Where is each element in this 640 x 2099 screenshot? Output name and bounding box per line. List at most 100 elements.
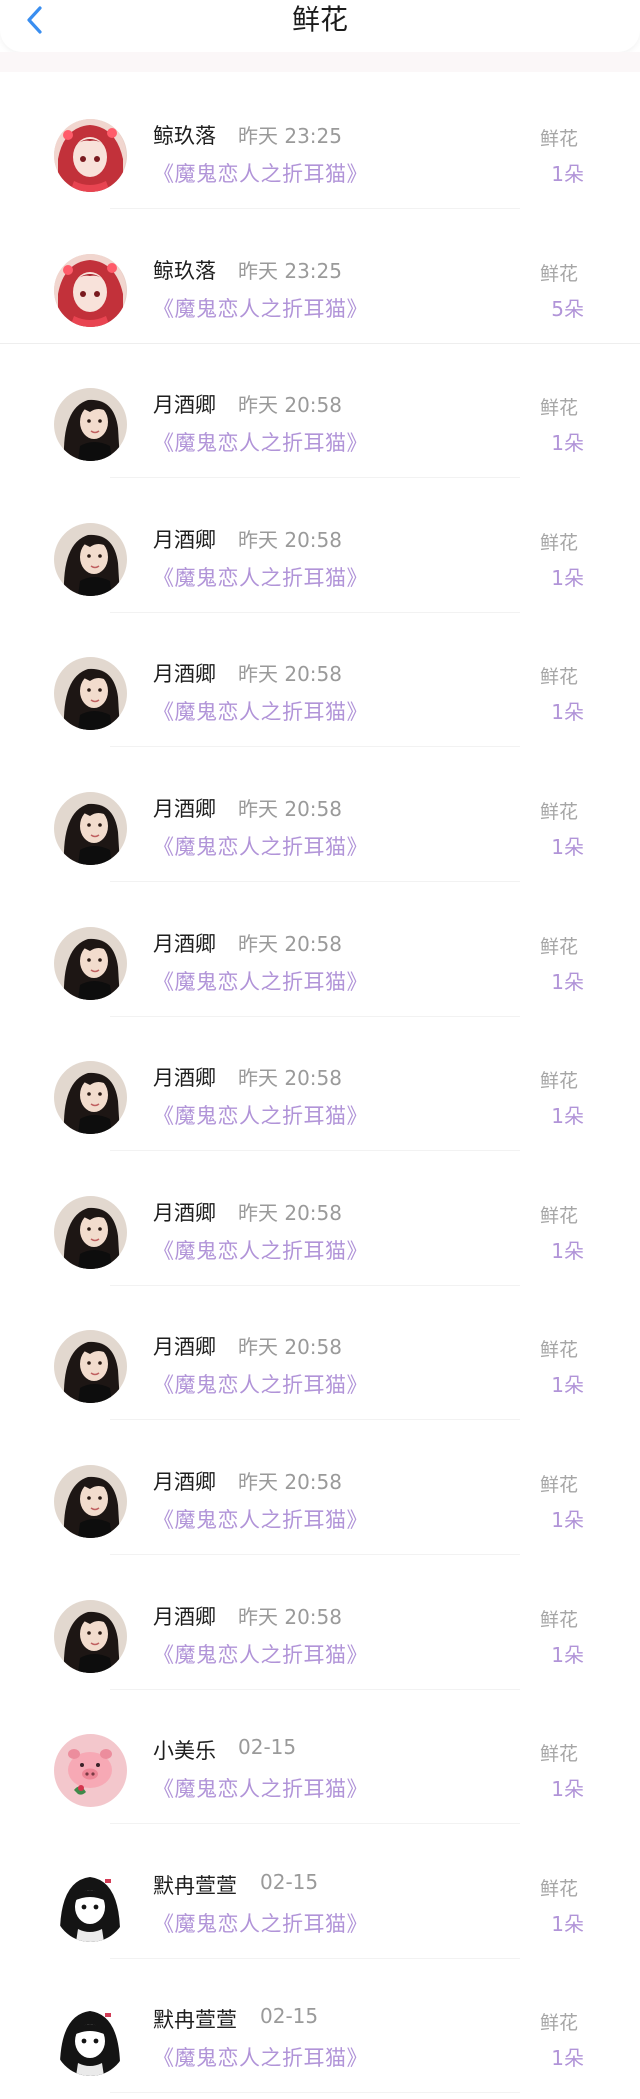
avatar[interactable] — [54, 791, 127, 865]
avatar[interactable] — [54, 1330, 127, 1404]
book-title-link[interactable]: 《魔鬼恋人之折耳猫》 — [153, 158, 368, 188]
send-time: 昨天 20:58 — [238, 1604, 342, 1629]
avatar[interactable] — [54, 119, 127, 192]
gift-type-label: 鲜花 — [540, 1070, 579, 1093]
send-time: 昨天 20:58 — [238, 393, 342, 418]
sender-name[interactable]: 月酒卿 — [153, 1601, 216, 1631]
gift-type-label: 鲜花 — [540, 531, 579, 554]
book-title-link[interactable]: 《魔鬼恋人之折耳猫》 — [153, 1908, 368, 1938]
gift-type-label: 鲜花 — [540, 800, 579, 823]
send-time: 昨天 20:58 — [238, 1200, 342, 1225]
avatar[interactable] — [54, 1868, 127, 1942]
book-title-link[interactable]: 《魔鬼恋人之折耳猫》 — [153, 427, 368, 457]
sender-name[interactable]: 月酒卿 — [153, 1062, 216, 1092]
book-title-link[interactable]: 《魔鬼恋人之折耳猫》 — [153, 1369, 368, 1399]
avatar[interactable] — [54, 1061, 127, 1135]
sender-name[interactable]: 月酒卿 — [153, 1331, 216, 1361]
avatar[interactable] — [54, 2003, 127, 2077]
gift-type-label: 鲜花 — [540, 935, 579, 958]
gift-type-label: 鲜花 — [540, 128, 579, 150]
sender-name[interactable]: 小美乐 — [153, 1735, 216, 1765]
gift-type-label: 鲜花 — [540, 262, 579, 285]
sender-name[interactable]: 月酒卿 — [153, 658, 216, 688]
avatar[interactable] — [54, 1464, 127, 1538]
gift-type-label: 鲜花 — [540, 2012, 579, 2035]
gift-count: 1朵 — [551, 700, 584, 725]
avatar[interactable] — [54, 657, 127, 731]
gift-count: 1朵 — [551, 1911, 584, 1936]
send-time: 昨天 23:25 — [238, 258, 342, 283]
gift-type-label: 鲜花 — [540, 1339, 579, 1362]
avatar[interactable] — [54, 926, 127, 1000]
list-item[interactable]: 月酒卿 昨天 20:58 《魔鬼恋人之折耳猫》 鲜花 1朵 — [0, 610, 640, 748]
gift-type-label: 鲜花 — [540, 397, 579, 420]
gift-type-label: 鲜花 — [540, 1204, 579, 1227]
list-item[interactable]: 月酒卿 昨天 20:58 《魔鬼恋人之折耳猫》 鲜花 1朵 — [0, 1553, 640, 1690]
list-item[interactable]: 月酒卿 昨天 20:58 《魔鬼恋人之折耳猫》 鲜花 1朵 — [0, 1418, 640, 1555]
book-title-link[interactable]: 《魔鬼恋人之折耳猫》 — [153, 2042, 368, 2072]
gift-count: 1朵 — [551, 969, 584, 994]
list-item[interactable]: 月酒卿 昨天 20:58 《魔鬼恋人之折耳猫》 鲜花 1朵 — [0, 1014, 640, 1152]
send-time: 昨天 20:58 — [238, 796, 342, 821]
sender-name[interactable]: 鲸玖落 — [153, 120, 216, 150]
gift-type-label: 鲜花 — [540, 1743, 579, 1766]
avatar[interactable] — [54, 1195, 127, 1269]
list-item[interactable]: 鲸玖落 昨天 23:25 《魔鬼恋人之折耳猫》 鲜花 1朵 — [0, 72, 640, 209]
gift-count: 1朵 — [551, 431, 584, 456]
sender-name[interactable]: 鲸玖落 — [153, 255, 216, 285]
send-time: 昨天 20:58 — [238, 527, 342, 552]
book-title-link[interactable]: 《魔鬼恋人之折耳猫》 — [153, 1639, 368, 1669]
avatar[interactable] — [54, 1734, 127, 1808]
sender-name[interactable]: 月酒卿 — [153, 1466, 216, 1496]
sender-name[interactable]: 月酒卿 — [153, 524, 216, 554]
book-title-link[interactable]: 《魔鬼恋人之折耳猫》 — [153, 966, 368, 996]
sender-name[interactable]: 默冉萱萱 — [153, 2004, 237, 2034]
sender-name[interactable]: 月酒卿 — [153, 793, 216, 823]
gift-type-label: 鲜花 — [540, 1877, 579, 1900]
send-time: 02-15 — [260, 2004, 319, 2029]
list-item[interactable]: 鲸玖落 昨天 23:25 《魔鬼恋人之折耳猫》 鲜花 5朵 — [0, 207, 640, 344]
gift-type-label: 鲜花 — [540, 666, 579, 689]
book-title-link[interactable]: 《魔鬼恋人之折耳猫》 — [153, 1235, 368, 1265]
book-title-link[interactable]: 《魔鬼恋人之折耳猫》 — [153, 562, 368, 592]
book-title-link[interactable]: 《魔鬼恋人之折耳猫》 — [153, 831, 368, 861]
book-title-link[interactable]: 《魔鬼恋人之折耳猫》 — [153, 293, 368, 323]
list-item[interactable]: 月酒卿 昨天 20:58 《魔鬼恋人之折耳猫》 鲜花 1朵 — [0, 745, 640, 882]
gift-count: 1朵 — [551, 1238, 584, 1263]
header-divider-strip — [0, 52, 640, 72]
send-time: 02-15 — [238, 1735, 297, 1760]
sender-name[interactable]: 默冉萱萱 — [153, 1870, 237, 1900]
send-time: 昨天 20:58 — [238, 1066, 342, 1091]
book-title-link[interactable]: 《魔鬼恋人之折耳猫》 — [153, 696, 368, 726]
list-item[interactable]: 默冉萱萱 02-15 《魔鬼恋人之折耳猫》 鲜花 1朵 — [0, 1956, 640, 2094]
send-time: 昨天 20:58 — [238, 931, 342, 956]
gift-record-list: 鲸玖落 昨天 23:25 《魔鬼恋人之折耳猫》 鲜花 1朵 鲸玖落 昨天 23:… — [0, 72, 640, 2094]
avatar[interactable] — [54, 388, 127, 462]
list-item[interactable]: 月酒卿 昨天 20:58 《魔鬼恋人之折耳猫》 鲜花 1朵 — [0, 476, 640, 613]
page-title: 鲜花 — [291, 3, 348, 36]
sender-name[interactable]: 月酒卿 — [153, 389, 216, 419]
gift-count: 1朵 — [551, 1373, 584, 1398]
send-time: 02-15 — [260, 1869, 319, 1894]
sender-name[interactable]: 月酒卿 — [153, 1197, 216, 1227]
book-title-link[interactable]: 《魔鬼恋人之折耳猫》 — [153, 1100, 368, 1130]
list-item[interactable]: 月酒卿 昨天 20:58 《魔鬼恋人之折耳猫》 鲜花 1朵 — [0, 1149, 640, 1286]
top-bar: 鲜花 — [0, 0, 640, 52]
list-item[interactable]: 默冉萱萱 02-15 《魔鬼恋人之折耳猫》 鲜花 1朵 — [0, 1822, 640, 1959]
avatar[interactable] — [54, 522, 127, 596]
gift-count: 1朵 — [551, 1507, 584, 1532]
gift-type-label: 鲜花 — [540, 1608, 579, 1631]
sender-name[interactable]: 月酒卿 — [153, 928, 216, 958]
list-item[interactable]: 月酒卿 昨天 20:58 《魔鬼恋人之折耳猫》 鲜花 1朵 — [0, 880, 640, 1017]
gift-count: 1朵 — [551, 1777, 584, 1802]
book-title-link[interactable]: 《魔鬼恋人之折耳猫》 — [153, 1773, 368, 1803]
gift-count: 1朵 — [551, 162, 584, 186]
row-divider — [110, 2092, 520, 2094]
list-item[interactable]: 月酒卿 昨天 20:58 《魔鬼恋人之折耳猫》 鲜花 1朵 — [0, 1283, 640, 1421]
avatar[interactable] — [54, 1599, 127, 1673]
send-time: 昨天 20:58 — [238, 1335, 342, 1360]
book-title-link[interactable]: 《魔鬼恋人之折耳猫》 — [153, 1504, 368, 1534]
list-item[interactable]: 月酒卿 昨天 20:58 《魔鬼恋人之折耳猫》 鲜花 1朵 — [0, 341, 640, 479]
avatar[interactable] — [54, 253, 127, 327]
list-item[interactable]: 小美乐 02-15 《魔鬼恋人之折耳猫》 鲜花 1朵 — [0, 1687, 640, 1825]
